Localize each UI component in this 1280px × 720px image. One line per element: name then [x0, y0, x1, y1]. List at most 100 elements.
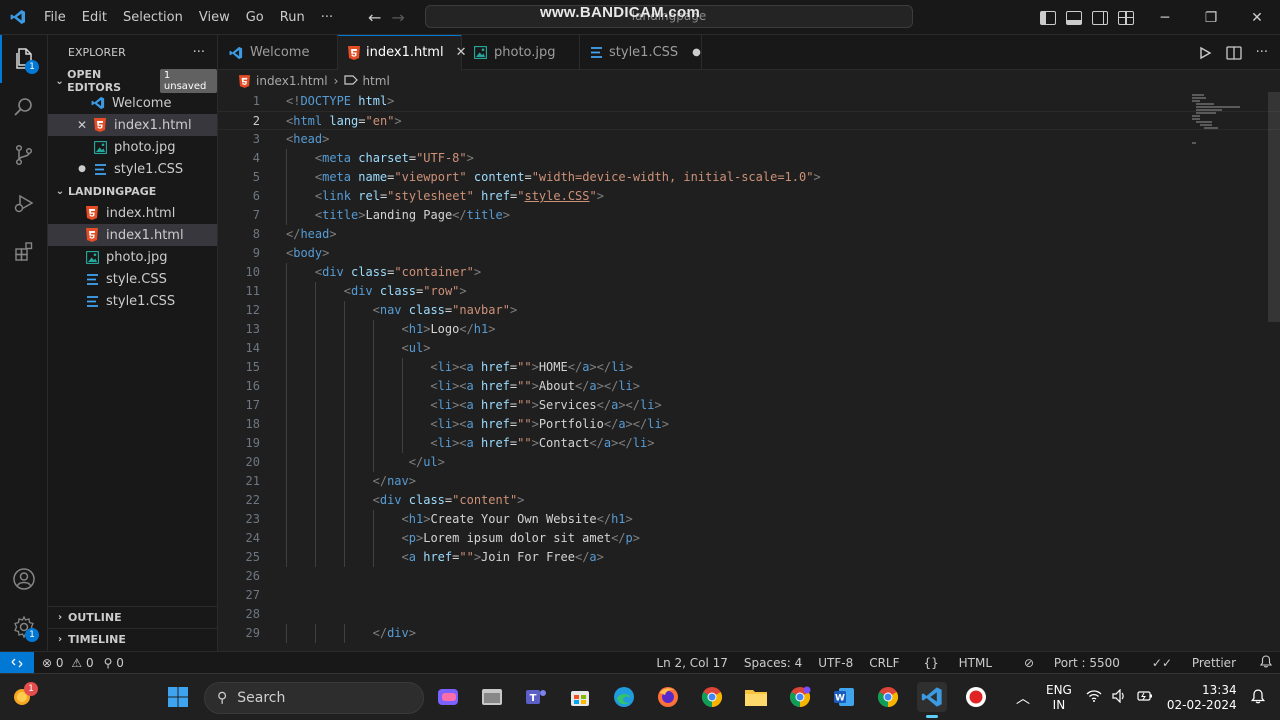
menu-more[interactable]: ···	[313, 0, 341, 35]
wifi-icon[interactable]	[1086, 689, 1102, 706]
file-photo-jpg[interactable]: photo.jpg	[48, 246, 217, 268]
timeline-section[interactable]: › TIMELINE	[48, 628, 218, 650]
code-line[interactable]: 15 <li><a href="">HOME</a></li>	[218, 358, 1280, 377]
code-line[interactable]: 21 </nav>	[218, 472, 1280, 491]
code-line[interactable]: 24 <p>Lorem ipsum dolor sit amet</p>	[218, 529, 1280, 548]
close-editor-icon[interactable]: ✕	[76, 118, 88, 132]
toggle-panel-icon[interactable]	[1066, 10, 1082, 25]
activity-extensions[interactable]	[0, 227, 48, 275]
file-index-html[interactable]: index.html	[48, 202, 217, 224]
cursor-position[interactable]: Ln 2, Col 17	[648, 656, 736, 670]
code-line[interactable]: 8 </head>	[218, 225, 1280, 244]
remote-indicator[interactable]	[0, 651, 34, 674]
open-editor-welcome[interactable]: Welcome	[48, 92, 217, 114]
code-line[interactable]: 2 <html lang="en">	[218, 111, 1280, 130]
code-line[interactable]: 18 <li><a href="">Portfolio</a></li>	[218, 415, 1280, 434]
notifications-bell-icon[interactable]	[1252, 655, 1280, 671]
code-line[interactable]: 10 <div class="container">	[218, 263, 1280, 282]
menu-view[interactable]: View	[191, 0, 238, 35]
menu-go[interactable]: Go	[238, 0, 272, 35]
weather-widget[interactable]: 1	[8, 682, 38, 712]
toggle-primary-sidebar-icon[interactable]	[1040, 10, 1056, 25]
code-line[interactable]: 19 <li><a href="">Contact</a></li>	[218, 434, 1280, 453]
firefox-app[interactable]	[653, 682, 683, 712]
chrome-app-2[interactable]	[873, 682, 903, 712]
volume-icon[interactable]	[1112, 688, 1127, 706]
prettier-status[interactable]: ✓✓ Prettier	[1136, 656, 1252, 670]
menu-file[interactable]: File	[36, 0, 74, 35]
code-line[interactable]: 3 <head>	[218, 130, 1280, 149]
ports-indicator[interactable]: ⚲ 0	[104, 656, 124, 670]
code-line[interactable]: 11 <div class="row">	[218, 282, 1280, 301]
line-ending[interactable]: CRLF	[861, 656, 907, 670]
live-server-port[interactable]: ⊘ Port : 5500	[1008, 656, 1136, 670]
code-line[interactable]: 7 <title>Landing Page</title>	[218, 206, 1280, 225]
activity-source-control[interactable]	[0, 131, 48, 179]
forward-arrow-icon[interactable]: →	[391, 8, 404, 27]
open-editor-photo-jpg[interactable]: photo.jpg	[48, 136, 217, 158]
code-line[interactable]: 25 <a href="">Join For Free</a>	[218, 548, 1280, 567]
copilot-app[interactable]	[433, 682, 463, 712]
vertical-scrollbar[interactable]	[1268, 92, 1280, 322]
chrome-profile-app[interactable]	[785, 682, 815, 712]
encoding[interactable]: UTF-8	[810, 656, 861, 670]
close-window-button[interactable]: ✕	[1234, 0, 1280, 35]
start-button[interactable]	[163, 682, 193, 712]
open-editor-style1-css[interactable]: ● style1.CSS	[48, 158, 217, 180]
tab-index1-html[interactable]: index1.html ✕	[338, 35, 467, 70]
activity-accounts[interactable]	[0, 555, 48, 603]
code-line[interactable]: 28	[218, 605, 1280, 624]
code-line[interactable]: 17 <li><a href="">Services</a></li>	[218, 396, 1280, 415]
code-line[interactable]: 16 <li><a href="">About</a></li>	[218, 377, 1280, 396]
menu-edit[interactable]: Edit	[74, 0, 115, 35]
code-line[interactable]: 6 <link rel="stylesheet" href="style.CSS"…	[218, 187, 1280, 206]
file-explorer-app[interactable]	[741, 682, 771, 712]
code-line[interactable]: 4 <meta charset="UTF-8">	[218, 149, 1280, 168]
bandicam-app[interactable]	[961, 682, 991, 712]
minimize-button[interactable]: ─	[1142, 0, 1188, 35]
taskbar-search[interactable]: ⚲ Search	[204, 682, 424, 714]
more-actions-icon[interactable]: ···	[1256, 45, 1268, 60]
store-app[interactable]	[565, 682, 595, 712]
clock[interactable]: 13:34 02-02-2024	[1167, 683, 1237, 713]
activity-explorer[interactable]: 1	[0, 35, 48, 83]
battery-icon[interactable]	[1137, 690, 1153, 705]
edge-app[interactable]	[609, 682, 639, 712]
menu-run[interactable]: Run	[272, 0, 313, 35]
vscode-app[interactable]	[917, 682, 947, 718]
language-mode[interactable]: {} HTML	[908, 656, 1009, 670]
unsaved-dot-icon[interactable]: ●	[76, 164, 88, 174]
code-line[interactable]: 23 <h1>Create Your Own Website</h1>	[218, 510, 1280, 529]
notification-bell-icon[interactable]	[1250, 689, 1265, 707]
explorer-more-icon[interactable]: ···	[193, 45, 205, 60]
task-view-app[interactable]	[477, 682, 507, 712]
code-line[interactable]: 27	[218, 586, 1280, 605]
activity-search[interactable]	[0, 83, 48, 131]
folder-section[interactable]: ⌄ LANDINGPAGE	[48, 180, 217, 202]
tab-photo-jpg[interactable]: photo.jpg	[462, 35, 580, 70]
indentation[interactable]: Spaces: 4	[736, 656, 810, 670]
minimap[interactable]	[1190, 92, 1250, 152]
toggle-secondary-sidebar-icon[interactable]	[1092, 10, 1108, 25]
code-line[interactable]: 29 </div>	[218, 624, 1280, 643]
code-line[interactable]: 5 <meta name="viewport" content="width=de…	[218, 168, 1280, 187]
code-line[interactable]: 13 <h1>Logo</h1>	[218, 320, 1280, 339]
chrome-app[interactable]	[697, 682, 727, 712]
code-line[interactable]: 1 <!DOCTYPE html>	[218, 92, 1280, 111]
tab-welcome[interactable]: Welcome	[218, 35, 338, 70]
code-line[interactable]: 12 <nav class="navbar">	[218, 301, 1280, 320]
restore-button[interactable]: ❐	[1188, 0, 1234, 35]
customize-layout-icon[interactable]	[1118, 10, 1134, 25]
open-editors-section[interactable]: ⌄ OPEN EDITORS 1 unsaved	[48, 68, 217, 94]
code-line[interactable]: 22 <div class="content">	[218, 491, 1280, 510]
code-line[interactable]: 14 <ul>	[218, 339, 1280, 358]
teams-app[interactable]: T	[521, 682, 551, 712]
open-editor-index1-html[interactable]: ✕ index1.html	[48, 114, 217, 136]
code-editor[interactable]: 1 <!DOCTYPE html> 2 <html lang="en"> 3 <head>…	[218, 92, 1280, 651]
outline-section[interactable]: › OUTLINE	[48, 606, 218, 628]
word-app[interactable]: W	[829, 682, 859, 712]
file-style-css[interactable]: style.CSS	[48, 268, 217, 290]
code-line[interactable]: 9 <body>	[218, 244, 1280, 263]
file-index1-html[interactable]: index1.html	[48, 224, 217, 246]
breadcrumb-file[interactable]: index1.html	[256, 74, 328, 88]
